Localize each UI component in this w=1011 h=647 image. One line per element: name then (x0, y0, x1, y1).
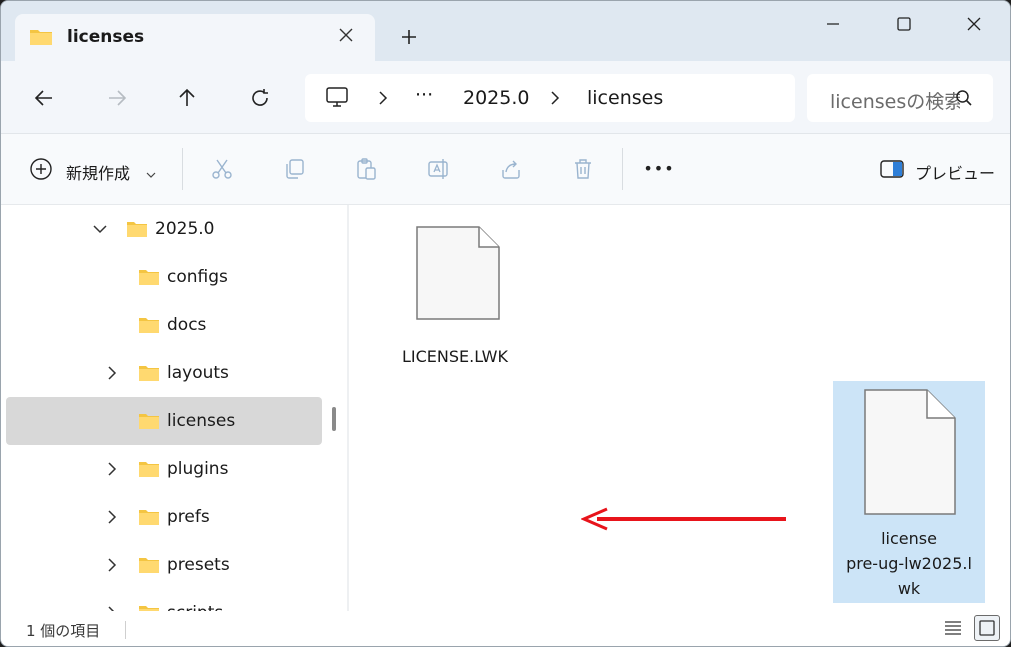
breadcrumb-item-licenses[interactable]: licenses (587, 87, 663, 109)
document-file-icon (861, 388, 957, 520)
file-name: LICENSE.LWK (402, 347, 508, 366)
tab-close-icon[interactable] (335, 24, 357, 46)
tree-item-presets[interactable]: presets (6, 541, 322, 589)
rename-icon[interactable] (425, 156, 451, 182)
refresh-icon[interactable] (247, 85, 273, 111)
folder-icon (138, 508, 160, 530)
search-icon[interactable] (955, 89, 973, 111)
folder-icon (138, 364, 160, 386)
command-bar: 新規作成 ••• プレビュー (1, 134, 1010, 205)
folder-icon (138, 556, 160, 578)
file-name-line: pre-ug-lw2025.l (846, 554, 972, 573)
search-box[interactable]: licensesの検索 (807, 74, 993, 122)
details-view-icon[interactable] (940, 615, 966, 641)
folder-icon (138, 460, 160, 482)
status-divider (125, 621, 126, 639)
chevron-down-icon[interactable] (92, 221, 108, 237)
up-arrow-icon[interactable] (174, 85, 200, 111)
new-plus-icon[interactable] (28, 156, 54, 182)
tree-item-licenses[interactable]: licenses (6, 397, 322, 445)
maximize-icon[interactable] (884, 9, 924, 39)
tree-item-label: presets (167, 555, 230, 575)
copy-icon[interactable] (281, 156, 307, 182)
tree-item-scripts[interactable]: scripts (6, 589, 322, 611)
folder-icon (138, 604, 160, 611)
address-bar[interactable]: ··· 2025.0 licenses (305, 74, 795, 122)
tree-item-layouts[interactable]: layouts (6, 349, 322, 397)
share-icon[interactable] (498, 156, 524, 182)
tree-item-plugins[interactable]: plugins (6, 445, 322, 493)
close-window-icon[interactable] (954, 9, 994, 39)
title-bar: licenses (1, 1, 1010, 61)
tab-title: licenses (67, 27, 145, 47)
chevron-right-icon[interactable] (104, 365, 120, 381)
file-name-line: license (881, 529, 937, 548)
preview-button-label[interactable]: プレビュー (915, 160, 995, 184)
tree-item-2025[interactable]: 2025.0 (6, 205, 322, 253)
new-button-label[interactable]: 新規作成 (66, 160, 130, 184)
toolbar-divider (622, 148, 623, 190)
folder-icon (138, 268, 160, 290)
large-icons-view-icon[interactable] (974, 615, 1000, 641)
tab-licenses[interactable]: licenses (15, 14, 375, 61)
item-count: 1 個の項目 (26, 622, 101, 640)
chevron-right-icon[interactable] (549, 90, 561, 110)
file-item-license-pre-ug[interactable]: license pre-ug-lw2025.l wk (833, 381, 985, 603)
folder-icon (138, 316, 160, 338)
navigation-pane: 2025.0 configs docs layouts licenses plu… (1, 205, 347, 611)
forward-arrow-icon[interactable] (104, 85, 130, 111)
tree-item-label: licenses (167, 411, 236, 431)
chevron-right-icon[interactable] (377, 90, 389, 110)
tree-item-label: plugins (167, 459, 229, 479)
back-arrow-icon[interactable] (31, 85, 57, 111)
tree-item-label: docs (167, 315, 207, 335)
chevron-right-icon[interactable] (104, 557, 120, 573)
navigation-bar: ··· 2025.0 licenses licensesの検索 (1, 61, 1010, 134)
red-arrow-annotation (580, 505, 791, 539)
file-name-line: wk (897, 579, 921, 598)
more-options-icon[interactable]: ••• (643, 155, 673, 181)
tree-item-label: scripts (167, 603, 223, 611)
folder-icon (138, 412, 160, 434)
folder-icon (29, 27, 53, 51)
file-explorer-window: licenses ··· 2025.0 licenses licensesの検索… (0, 0, 1011, 647)
tree-item-docs[interactable]: docs (6, 301, 322, 349)
navigation-pane-scrollbar[interactable] (332, 407, 336, 431)
tree-item-label: configs (167, 267, 228, 287)
status-bar: 1 個の項目 (1, 611, 1010, 646)
document-file-icon (407, 223, 503, 327)
toolbar-divider (182, 148, 183, 190)
chevron-down-icon[interactable] (146, 164, 156, 183)
tree-item-label: 2025.0 (155, 219, 215, 239)
tree-item-configs[interactable]: configs (6, 253, 322, 301)
tree-item-label: prefs (167, 507, 210, 527)
preview-pane-icon[interactable] (879, 156, 905, 182)
chevron-right-icon[interactable] (104, 461, 120, 477)
breadcrumb-item-2025[interactable]: 2025.0 (463, 87, 529, 109)
search-placeholder: licensesの検索 (830, 91, 960, 113)
delete-icon[interactable] (570, 156, 596, 182)
minimize-icon[interactable] (813, 9, 853, 39)
chevron-right-icon[interactable] (104, 509, 120, 525)
file-list-pane: LICENSE.LWK license pre-ug-lw2025.l wk (349, 205, 1010, 611)
cut-icon[interactable] (209, 156, 235, 182)
tree-item-label: layouts (167, 363, 229, 383)
folder-icon (126, 220, 148, 242)
file-item-license-lwk[interactable]: LICENSE.LWK (397, 223, 513, 369)
breadcrumb-ellipsis[interactable]: ··· (415, 84, 433, 106)
computer-icon[interactable] (325, 86, 349, 112)
paste-icon[interactable] (353, 156, 379, 182)
tree-item-prefs[interactable]: prefs (6, 493, 322, 541)
new-tab-icon[interactable] (397, 25, 421, 49)
